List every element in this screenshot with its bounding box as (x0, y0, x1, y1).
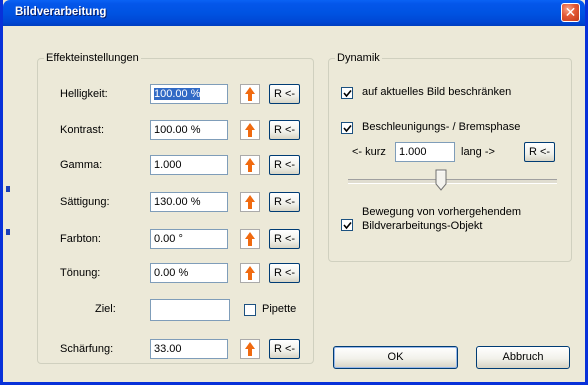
long-label: lang -> (461, 146, 495, 158)
effects-legend: Effekteinstellungen (46, 52, 139, 64)
effect-label: Helligkeit: (60, 88, 108, 100)
sharpen-label: Schärfung: (60, 343, 114, 355)
effect-label: Gamma: (60, 159, 103, 171)
up-arrow-icon (245, 87, 255, 101)
phase-slider-thumb[interactable] (435, 169, 447, 194)
effect-reset-button[interactable]: R <- (269, 263, 300, 283)
effect-input[interactable]: 0.00 ° (150, 229, 228, 249)
window-edge-mark (6, 186, 10, 192)
effect-reset-button[interactable]: R <- (269, 229, 300, 249)
accel-checkbox[interactable] (341, 122, 353, 134)
ok-button[interactable]: OK (333, 346, 458, 369)
sharpen-input[interactable]: 33.00 (150, 339, 228, 359)
effect-label: Kontrast: (60, 124, 105, 136)
close-button[interactable]: ✕ (561, 3, 580, 22)
window-edge-mark (6, 229, 10, 235)
effect-value: 1.000 (154, 159, 182, 171)
up-arrow-icon (245, 342, 255, 356)
limit-checkbox[interactable] (341, 87, 353, 99)
up-arrow-icon (245, 195, 255, 209)
up-arrow-icon (245, 158, 255, 172)
up-arrow-icon (245, 266, 255, 280)
effect-arrow-button[interactable] (240, 192, 260, 212)
effect-reset-button[interactable]: R <- (269, 192, 300, 212)
effect-value: 100.00 % (154, 88, 201, 100)
checkmark-icon (343, 124, 352, 133)
limit-label: auf aktuelles Bild beschränken (362, 86, 512, 98)
slider-thumb-icon (435, 169, 447, 191)
cancel-button[interactable]: Abbruch (476, 346, 570, 369)
sharpen-reset-button[interactable]: R <- (269, 339, 300, 359)
effect-arrow-button[interactable] (240, 229, 260, 249)
target-color-field[interactable] (150, 299, 230, 321)
pipette-checkbox[interactable] (244, 304, 256, 316)
effect-value: 130.00 % (154, 196, 201, 208)
target-label: Ziel: (95, 303, 116, 315)
effect-label: Sättigung: (60, 196, 110, 208)
effect-input[interactable]: 0.00 % (150, 263, 228, 283)
effect-value: 0.00 % (154, 267, 189, 279)
effect-value: 0.00 ° (154, 233, 183, 245)
motion-label-line2: Bildverarbeitungs-Objekt (362, 220, 483, 232)
up-arrow-icon (245, 123, 255, 137)
effect-arrow-button[interactable] (240, 120, 260, 140)
checkmark-icon (343, 221, 352, 230)
effect-input[interactable]: 100.00 % (150, 84, 228, 104)
effect-label: Tönung: (60, 267, 101, 279)
up-arrow-icon (245, 232, 255, 246)
effect-value: 100.00 % (154, 124, 201, 136)
close-icon: ✕ (564, 4, 577, 20)
motion-label-line1: Bewegung von vorhergehendem (362, 206, 522, 218)
accel-label: Beschleunigungs- / Bremsphase (362, 121, 521, 133)
effect-label: Farbton: (60, 233, 101, 245)
dynamics-legend: Dynamik (337, 52, 380, 64)
effect-reset-button[interactable]: R <- (269, 120, 300, 140)
phase-input[interactable]: 1.000 (395, 142, 455, 162)
sharpen-arrow-button[interactable] (240, 339, 260, 359)
phase-slider-track[interactable] (348, 179, 557, 184)
effect-arrow-button[interactable] (240, 84, 260, 104)
motion-checkbox[interactable] (341, 219, 353, 231)
effect-input[interactable]: 100.00 % (150, 120, 228, 140)
effect-arrow-button[interactable] (240, 263, 260, 283)
effect-arrow-button[interactable] (240, 155, 260, 175)
pipette-label: Pipette (262, 303, 297, 315)
short-label: <- kurz (352, 146, 386, 158)
effect-input[interactable]: 130.00 % (150, 192, 228, 212)
window-title: Bildverarbeitung (15, 6, 107, 18)
phase-reset-button[interactable]: R <- (524, 142, 555, 162)
effect-reset-button[interactable]: R <- (269, 84, 300, 104)
effect-input[interactable]: 1.000 (150, 155, 228, 175)
effect-reset-button[interactable]: R <- (269, 155, 300, 175)
title-bar[interactable]: Bildverarbeitung ✕ (3, 0, 585, 26)
checkmark-icon (343, 89, 352, 98)
